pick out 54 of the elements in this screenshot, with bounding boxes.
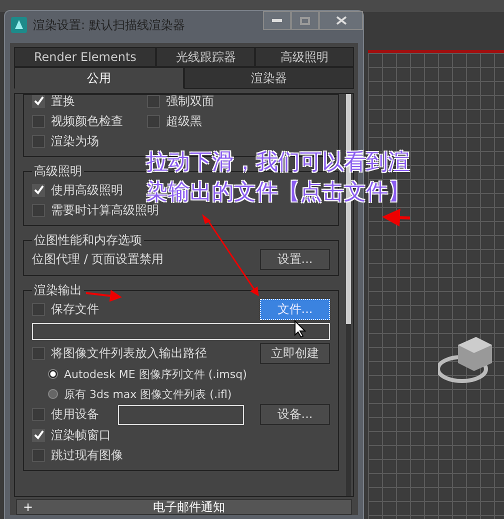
arrow bbox=[86, 290, 122, 302]
checkbox[interactable] bbox=[32, 428, 45, 442]
checkbox-label: 超级黑 bbox=[166, 112, 202, 130]
path-field[interactable] bbox=[32, 323, 330, 340]
close-icon bbox=[336, 16, 346, 25]
maximize-button[interactable] bbox=[291, 11, 319, 30]
cursor-icon bbox=[294, 320, 306, 338]
group-title: 渲染输出 bbox=[33, 282, 83, 299]
checkbox-label: 保存文件 bbox=[51, 301, 99, 318]
checkbox[interactable] bbox=[32, 114, 45, 128]
tab[interactable]: 高级照明 bbox=[255, 47, 354, 67]
checkbox-label: 强制双面 bbox=[166, 94, 214, 110]
maximize-icon bbox=[300, 16, 310, 24]
app-icon bbox=[11, 17, 27, 33]
checkbox[interactable] bbox=[32, 303, 45, 316]
minimize-button[interactable] bbox=[263, 11, 291, 30]
radio-label: 原有 3ds max 图像文件列表 (.ifl) bbox=[64, 386, 232, 402]
checkbox-label: 使用设备 bbox=[51, 406, 99, 423]
tab[interactable]: 渲染器 bbox=[184, 67, 354, 89]
close-button[interactable] bbox=[319, 11, 363, 30]
checkbox[interactable] bbox=[32, 448, 45, 462]
checkbox[interactable] bbox=[147, 114, 160, 128]
checkbox-label: 将图像文件列表放入输出路径 bbox=[51, 345, 207, 362]
radio-button[interactable] bbox=[48, 389, 58, 399]
settings-button[interactable]: 设置... bbox=[260, 249, 330, 270]
group-title: 位图性能和内存选项 bbox=[33, 232, 143, 249]
window-title: 渲染设置: 默认扫描线渲染器 bbox=[33, 16, 185, 34]
checkbox[interactable] bbox=[32, 408, 45, 421]
checkbox-label: 跳过现有图像 bbox=[51, 446, 123, 464]
rollout-header[interactable]: + 电子邮件通知 bbox=[16, 499, 352, 515]
checkbox-label: 需要时计算高级照明 bbox=[51, 202, 159, 218]
checkbox-label: 渲染为场 bbox=[51, 132, 99, 150]
create-button[interactable]: 立即创建 bbox=[260, 343, 330, 364]
status-text: 位图代理 / 页面设置禁用 bbox=[32, 251, 164, 268]
checkbox[interactable] bbox=[32, 94, 45, 108]
checkbox[interactable] bbox=[32, 134, 45, 148]
checkbox[interactable] bbox=[32, 184, 45, 196]
checkbox-label: 置换 bbox=[51, 94, 75, 110]
checkbox-label: 视频颜色检查 bbox=[51, 112, 123, 130]
tab[interactable]: 光线跟踪器 bbox=[156, 47, 256, 67]
checkbox[interactable] bbox=[32, 204, 45, 216]
tab[interactable]: Render Elements bbox=[14, 47, 156, 67]
device-field[interactable] bbox=[118, 404, 244, 424]
device-button[interactable]: 设备... bbox=[260, 404, 330, 425]
radio-label: Autodesk ME 图像序列文件 (.imsq) bbox=[64, 366, 247, 382]
arrow bbox=[382, 208, 410, 227]
minimize-icon bbox=[272, 18, 282, 22]
tab[interactable]: 公用 bbox=[14, 67, 184, 89]
group-title: 高级照明 bbox=[33, 163, 83, 180]
checkbox[interactable] bbox=[32, 347, 45, 360]
radio-button[interactable] bbox=[48, 369, 58, 379]
checkbox[interactable] bbox=[147, 94, 160, 108]
checkbox-label: 使用高级照明 bbox=[51, 182, 123, 198]
checkbox-label: 渲染帧窗口 bbox=[51, 426, 111, 444]
